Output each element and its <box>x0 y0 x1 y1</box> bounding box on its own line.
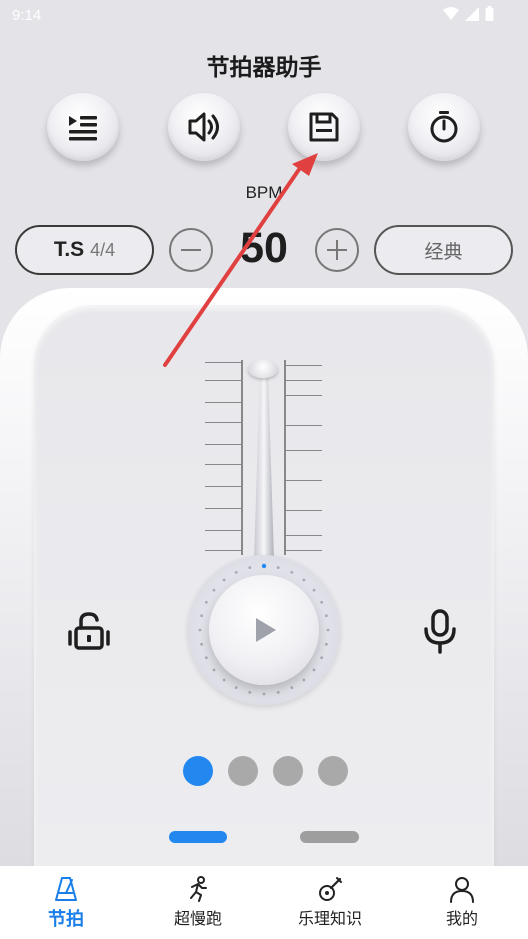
increase-bpm-button[interactable] <box>315 228 359 272</box>
mode-label: 经典 <box>424 240 463 263</box>
nav-label: 超慢跑 <box>173 909 222 928</box>
status-time: 9:14 <box>12 7 42 24</box>
signal-icon <box>465 6 479 21</box>
minus-icon <box>181 249 201 251</box>
timer-button[interactable] <box>408 93 480 161</box>
sound-icon <box>188 112 219 142</box>
status-icons <box>443 6 494 21</box>
decrease-bpm-button[interactable] <box>169 228 213 272</box>
bpm-label: BPM <box>245 183 283 202</box>
nav-item-profile[interactable]: 我的 <box>396 866 528 939</box>
page-dot[interactable] <box>183 756 213 786</box>
unlock-icon <box>68 612 110 650</box>
pendulum-weight[interactable] <box>248 360 278 378</box>
play-button[interactable] <box>209 575 319 685</box>
timer-icon <box>430 111 458 143</box>
bottom-nav: 节拍 超慢跑 乐理知识 我的 <box>0 866 528 939</box>
save-icon <box>309 112 339 142</box>
microphone-button[interactable] <box>417 608 463 654</box>
page-dot[interactable] <box>273 756 303 786</box>
status-bar: 9:14 <box>0 0 528 32</box>
page-indicator <box>183 756 348 786</box>
time-signature-label: T.S <box>53 238 85 261</box>
page-dot[interactable] <box>228 756 258 786</box>
battery-icon <box>485 6 494 21</box>
lock-button[interactable] <box>66 608 112 654</box>
person-icon <box>450 877 474 903</box>
page-dot[interactable] <box>318 756 348 786</box>
metronome-icon <box>55 877 77 901</box>
pager-tab-2[interactable] <box>300 831 359 843</box>
play-icon <box>256 618 276 642</box>
time-signature-value: 4/4 <box>90 239 116 260</box>
nav-item-music-theory[interactable]: 乐理知识 <box>264 866 396 939</box>
playlist-icon <box>69 116 97 141</box>
wifi-icon <box>443 6 459 20</box>
nav-label: 乐理知识 <box>297 909 362 928</box>
tempo-scale-right <box>284 360 324 555</box>
runner-icon <box>190 876 207 902</box>
nav-label: 我的 <box>445 909 478 928</box>
nav-label: 节拍 <box>48 909 84 930</box>
plus-icon <box>336 240 338 260</box>
time-signature-button[interactable]: T.S 4/4 <box>15 225 154 275</box>
nav-item-metronome[interactable]: 节拍 <box>0 866 132 939</box>
app-title: 节拍器助手 <box>206 55 322 81</box>
mode-button[interactable]: 经典 <box>374 225 513 275</box>
pager-tab-1[interactable] <box>169 831 227 843</box>
sound-button[interactable] <box>168 93 240 161</box>
guitar-icon <box>319 877 342 901</box>
nav-item-slow-jog[interactable]: 超慢跑 <box>132 866 264 939</box>
tempo-scale-left <box>203 360 243 555</box>
microphone-icon <box>424 609 456 654</box>
bpm-value: 50 <box>240 224 288 272</box>
playlist-button[interactable] <box>47 93 119 161</box>
save-button[interactable] <box>288 93 360 161</box>
